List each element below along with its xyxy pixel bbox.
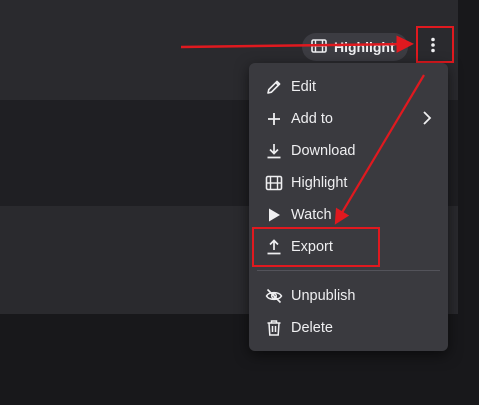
highlight-button-label: Highlight bbox=[334, 39, 395, 55]
menu-item-edit[interactable]: Edit bbox=[257, 72, 440, 102]
menu-item-label: Add to bbox=[291, 111, 333, 127]
play-icon bbox=[264, 205, 284, 225]
menu-item-delete[interactable]: Delete bbox=[257, 313, 440, 343]
menu-item-highlight[interactable]: Highlight bbox=[257, 168, 440, 198]
upload-icon bbox=[264, 237, 284, 257]
menu-item-add-to[interactable]: Add to bbox=[257, 104, 440, 134]
menu-item-label: Export bbox=[291, 239, 333, 255]
eye-off-icon bbox=[264, 286, 284, 306]
menu-item-unpublish[interactable]: Unpublish bbox=[257, 281, 440, 311]
more-options-menu: Edit Add to Download Highlight Watch Exp… bbox=[249, 63, 448, 351]
menu-item-label: Edit bbox=[291, 79, 316, 95]
trash-icon bbox=[264, 318, 284, 338]
pencil-icon bbox=[264, 77, 284, 97]
download-icon bbox=[264, 141, 284, 161]
menu-item-label: Delete bbox=[291, 320, 333, 336]
chevron-right-icon bbox=[422, 110, 432, 130]
more-options-button[interactable] bbox=[421, 33, 445, 61]
film-icon bbox=[264, 173, 284, 193]
menu-item-watch[interactable]: Watch bbox=[257, 200, 440, 230]
kebab-icon bbox=[430, 37, 436, 58]
menu-item-label: Watch bbox=[291, 207, 332, 223]
menu-item-label: Unpublish bbox=[291, 288, 356, 304]
plus-icon bbox=[264, 109, 284, 129]
menu-item-label: Highlight bbox=[291, 175, 348, 191]
film-icon bbox=[311, 38, 327, 56]
menu-separator bbox=[257, 270, 440, 271]
menu-item-label: Download bbox=[291, 143, 356, 159]
menu-item-export[interactable]: Export bbox=[257, 232, 440, 262]
menu-item-download[interactable]: Download bbox=[257, 136, 440, 166]
highlight-button[interactable]: Highlight bbox=[302, 33, 408, 61]
